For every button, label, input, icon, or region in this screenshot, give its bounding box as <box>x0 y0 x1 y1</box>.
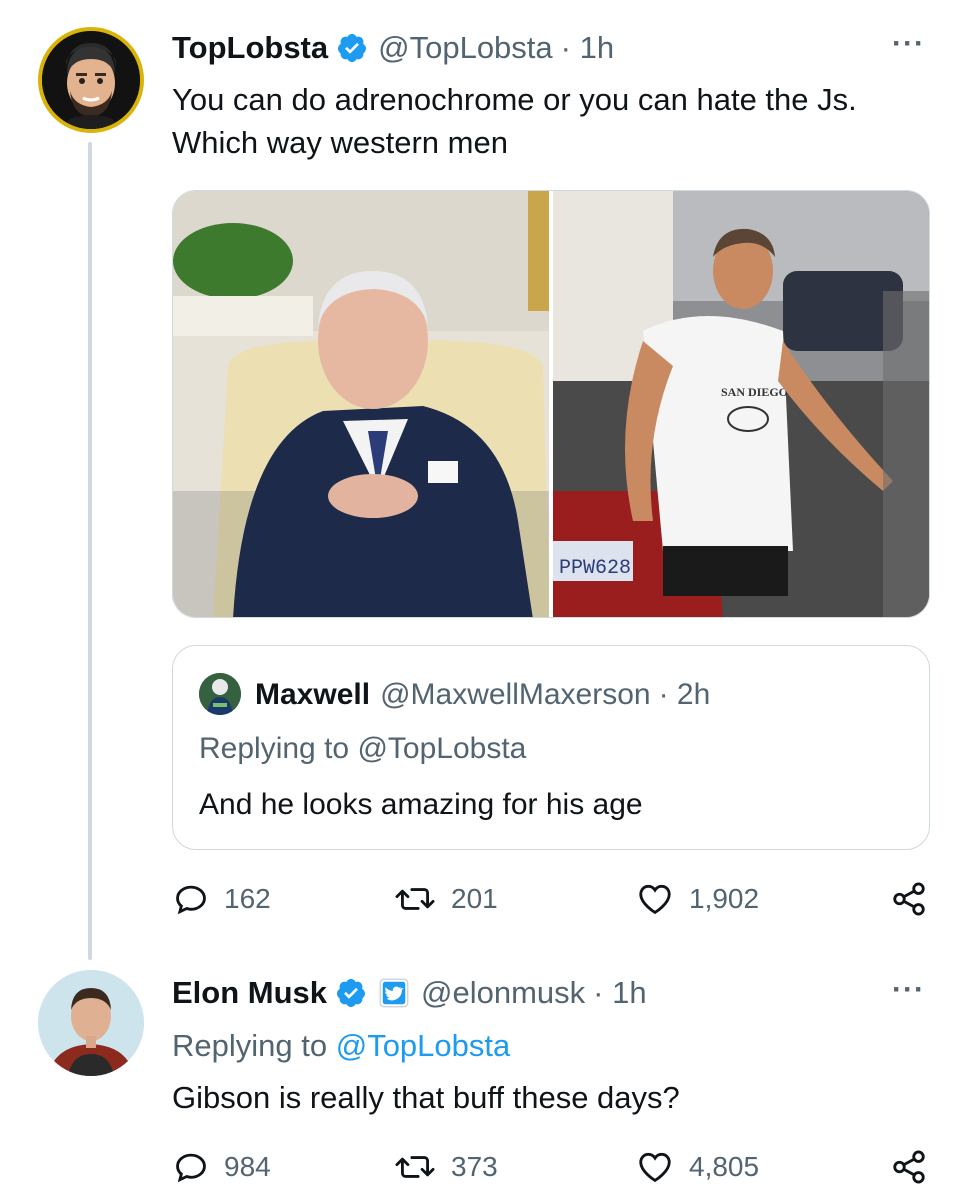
like-button[interactable]: 1,902 <box>635 880 759 918</box>
share-icon <box>893 1150 925 1184</box>
retweet-button[interactable]: 201 <box>393 880 498 918</box>
more-options-icon[interactable]: ··· <box>892 29 925 59</box>
retweet-count: 201 <box>451 883 498 914</box>
reply-count: 162 <box>224 883 271 914</box>
media-photo-left[interactable] <box>173 191 549 617</box>
retweet-icon <box>395 1156 435 1178</box>
reply-text: Gibson is really that buff these days? <box>172 1080 680 1115</box>
quote-time[interactable]: · 2h <box>659 678 711 712</box>
reply-reply-count: 984 <box>224 1151 271 1182</box>
reply-icon <box>176 1153 206 1183</box>
quote-replying-prefix: Replying to <box>199 732 350 765</box>
tweet-time[interactable]: · 1h <box>561 30 614 66</box>
tweet-text: You can do adrenochrome or you can hate … <box>172 78 857 164</box>
author-handle[interactable]: @TopLobsta <box>378 30 553 66</box>
elonmusk-avatar[interactable] <box>38 970 144 1076</box>
heart-icon <box>639 884 671 915</box>
reply-replying-handle[interactable]: @TopLobsta <box>336 1028 511 1063</box>
tweet-text-line-1: You can do adrenochrome or you can hate … <box>172 82 857 117</box>
quote-replying-handle[interactable]: @TopLobsta <box>357 732 526 765</box>
reply-like-button[interactable]: 4,805 <box>635 1148 759 1186</box>
tweet-header: TopLobsta @TopLobsta · 1h <box>172 27 614 69</box>
quote-header: Maxwell @MaxwellMaxerson · 2h <box>255 676 710 714</box>
twitter-affiliate-badge-icon[interactable] <box>379 978 409 1008</box>
reply-like-count: 4,805 <box>689 1151 760 1182</box>
quote-text: And he looks amazing for his age <box>199 788 643 821</box>
reply-retweet-button[interactable]: 373 <box>393 1148 498 1186</box>
author-name[interactable]: TopLobsta <box>172 30 328 66</box>
reply-author-handle[interactable]: @elonmusk <box>421 975 585 1011</box>
reply-button[interactable]: 162 <box>172 880 271 918</box>
reply-more-options-icon[interactable]: ··· <box>892 975 925 1005</box>
hockey-player-icon <box>199 673 241 715</box>
share-icon <box>893 882 925 916</box>
reply-icon <box>176 885 206 915</box>
quoted-tweet[interactable]: Maxwell @MaxwellMaxerson · 2h Replying t… <box>172 645 930 850</box>
reply-replying-to: Replying to @TopLobsta <box>172 1028 510 1064</box>
reply-header: Elon Musk @elonmusk · 1h <box>172 972 647 1014</box>
shirt-text: SAN DIEGO <box>721 385 788 399</box>
quote-author-handle[interactable]: @MaxwellMaxerson <box>380 678 651 712</box>
retweet-icon <box>395 888 435 910</box>
reply-reply-button[interactable]: 984 <box>172 1148 271 1186</box>
portrait-icon <box>38 970 144 1076</box>
like-count: 1,902 <box>689 883 760 914</box>
tweet-media[interactable]: PPW628 SAN DIEGO <box>172 190 930 618</box>
photo-man-in-suit-seated-icon <box>173 191 549 617</box>
share-button[interactable] <box>890 880 928 918</box>
quote-author-name[interactable]: Maxwell <box>255 678 370 712</box>
cartoon-face-icon <box>42 31 140 129</box>
toplobsta-avatar[interactable] <box>38 27 144 133</box>
quote-replying-to: Replying to @TopLobsta <box>199 732 526 766</box>
reply-retweet-count: 373 <box>451 1151 498 1182</box>
reply-replying-prefix: Replying to <box>172 1028 328 1063</box>
license-plate-text: PPW628 <box>559 557 631 580</box>
reply-time[interactable]: · 1h <box>593 975 646 1011</box>
reply-share-button[interactable] <box>890 1148 928 1186</box>
verified-badge-icon <box>336 32 368 64</box>
media-photo-right[interactable]: PPW628 SAN DIEGO <box>552 191 929 617</box>
thread-line <box>88 142 92 960</box>
reply-author-name[interactable]: Elon Musk <box>172 975 327 1011</box>
verified-badge-icon <box>335 977 367 1009</box>
maxwell-avatar[interactable] <box>199 673 241 715</box>
photo-man-in-tank-top-walking-icon: PPW628 SAN DIEGO <box>552 191 929 617</box>
heart-icon <box>639 1152 671 1183</box>
tweet-text-line-2: Which way western men <box>172 125 508 160</box>
